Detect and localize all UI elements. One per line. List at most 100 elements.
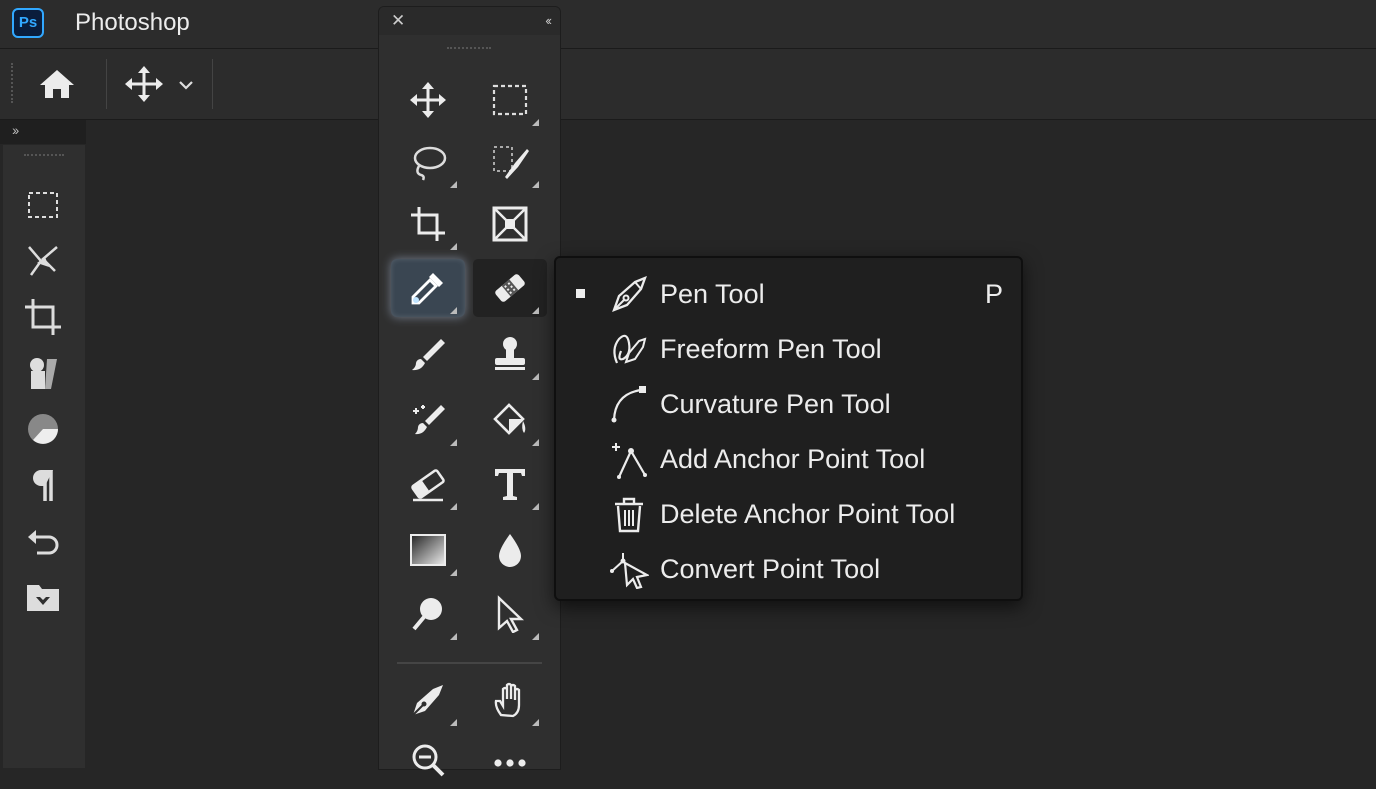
hand-tool[interactable] bbox=[473, 671, 547, 729]
tools-panel-header[interactable]: ✕ ‹‹ bbox=[379, 7, 560, 35]
submenu-indicator bbox=[450, 719, 457, 726]
more-tools[interactable] bbox=[473, 731, 547, 789]
curvature-pen-icon bbox=[611, 386, 646, 423]
marquee-icon bbox=[492, 84, 528, 116]
select-subject-icon[interactable] bbox=[23, 241, 63, 281]
menu-item-label: Delete Anchor Point Tool bbox=[660, 499, 956, 529]
ellipsis-icon bbox=[494, 759, 526, 767]
separator bbox=[212, 59, 213, 109]
eraser-icon bbox=[411, 469, 445, 502]
submenu-indicator bbox=[532, 307, 539, 314]
move-icon bbox=[410, 82, 446, 118]
submenu-indicator bbox=[532, 633, 539, 640]
separator bbox=[106, 59, 107, 109]
spot-healing-brush-tool[interactable] bbox=[473, 259, 547, 317]
gradient-tool[interactable] bbox=[391, 521, 465, 579]
menu-item-pen-tool[interactable]: Pen Tool P bbox=[556, 265, 1021, 320]
tools-panel-grip[interactable] bbox=[447, 47, 491, 53]
brush-tool[interactable] bbox=[391, 325, 465, 383]
submenu-indicator bbox=[532, 181, 539, 188]
submenu-indicator bbox=[450, 439, 457, 446]
double-chevron-right-icon[interactable]: ›› bbox=[12, 122, 19, 138]
paragraph-icon[interactable] bbox=[23, 465, 63, 505]
double-chevron-left-icon[interactable]: ‹‹ bbox=[545, 13, 552, 28]
paint-bucket-tool[interactable] bbox=[473, 391, 547, 449]
clone-stamp-tool[interactable] bbox=[473, 325, 547, 383]
lasso-tool[interactable] bbox=[391, 133, 465, 191]
options-bar-grip[interactable] bbox=[11, 63, 16, 103]
eraser-tool[interactable] bbox=[391, 455, 465, 513]
properties-icon[interactable] bbox=[23, 353, 63, 393]
move-tool-preset-button[interactable] bbox=[124, 65, 164, 103]
pen-icon bbox=[612, 275, 647, 312]
submenu-indicator bbox=[450, 243, 457, 250]
libraries-icon[interactable] bbox=[23, 577, 63, 617]
menu-item-label: Curvature Pen Tool bbox=[660, 389, 891, 419]
tools-divider bbox=[397, 662, 542, 664]
brush-icon bbox=[412, 339, 445, 371]
crop-icon bbox=[411, 207, 445, 241]
hand-icon bbox=[494, 682, 521, 718]
pen-icon bbox=[412, 685, 443, 716]
object-selection-icon bbox=[493, 146, 529, 179]
arrow-icon bbox=[497, 595, 524, 633]
dodge-tool[interactable] bbox=[391, 585, 465, 643]
title-bar: Ps Photoshop bbox=[0, 0, 1376, 49]
chevron-down-icon bbox=[179, 81, 193, 90]
eyedropper-icon bbox=[411, 273, 443, 305]
move-icon bbox=[125, 66, 163, 102]
rectangular-marquee-tool[interactable] bbox=[473, 71, 547, 129]
history-icon[interactable] bbox=[23, 521, 63, 561]
blur-tool[interactable] bbox=[473, 521, 547, 579]
path-selection-tool[interactable] bbox=[473, 585, 547, 643]
crop-icon[interactable] bbox=[23, 297, 63, 337]
pen-tool[interactable] bbox=[391, 671, 465, 729]
drop-icon bbox=[499, 534, 521, 567]
trash-icon bbox=[615, 497, 643, 533]
frame-tool[interactable] bbox=[473, 195, 547, 253]
home-icon bbox=[40, 70, 74, 98]
submenu-indicator bbox=[450, 569, 457, 576]
pen-tools-flyout-menu: Pen Tool P Freeform Pen Tool Curvature P… bbox=[554, 256, 1023, 601]
menu-item-label: Convert Point Tool bbox=[660, 554, 881, 584]
type-tool[interactable] bbox=[473, 455, 547, 513]
panel-collapse-bar[interactable]: ›› bbox=[0, 120, 86, 144]
close-icon[interactable]: ✕ bbox=[391, 11, 405, 31]
type-icon bbox=[495, 469, 525, 500]
submenu-indicator bbox=[532, 439, 539, 446]
frame-icon bbox=[492, 206, 528, 242]
menu-item-add-anchor-point-tool[interactable]: Add Anchor Point Tool bbox=[556, 430, 1021, 485]
object-selection-tool[interactable] bbox=[473, 133, 547, 191]
menu-item-delete-anchor-point-tool[interactable]: Delete Anchor Point Tool bbox=[556, 485, 1021, 540]
menu-item-convert-point-tool[interactable]: Convert Point Tool bbox=[556, 540, 1021, 595]
submenu-indicator bbox=[532, 373, 539, 380]
stamp-icon bbox=[495, 337, 525, 370]
add-anchor-point-icon bbox=[612, 443, 647, 479]
menu-item-freeform-pen-tool[interactable]: Freeform Pen Tool bbox=[556, 320, 1021, 375]
move-tool[interactable] bbox=[391, 71, 465, 129]
panel-grip[interactable] bbox=[24, 154, 64, 160]
submenu-indicator bbox=[532, 119, 539, 126]
home-button[interactable] bbox=[36, 65, 78, 103]
convert-point-icon bbox=[610, 553, 649, 589]
menu-item-curvature-pen-tool[interactable]: Curvature Pen Tool bbox=[556, 375, 1021, 430]
tools-panel: ✕ ‹‹ bbox=[378, 6, 561, 777]
submenu-indicator bbox=[450, 307, 457, 314]
eyedropper-tool[interactable] bbox=[391, 259, 465, 317]
healing-brush-icon bbox=[495, 274, 525, 302]
paint-bucket-icon bbox=[493, 403, 526, 435]
lasso-icon bbox=[413, 146, 447, 181]
marquee-icon[interactable] bbox=[23, 185, 63, 225]
freeform-pen-icon bbox=[613, 334, 647, 364]
submenu-indicator bbox=[450, 503, 457, 510]
color-wheel-icon[interactable] bbox=[23, 409, 63, 449]
zoom-tool[interactable] bbox=[391, 731, 465, 789]
submenu-indicator bbox=[450, 633, 457, 640]
crop-tool[interactable] bbox=[391, 195, 465, 253]
zoom-icon bbox=[412, 744, 445, 777]
history-brush-icon bbox=[413, 405, 445, 435]
tool-preset-dropdown[interactable] bbox=[176, 75, 196, 95]
options-bar bbox=[0, 49, 1376, 120]
selected-bullet bbox=[576, 289, 585, 298]
history-brush-tool[interactable] bbox=[391, 391, 465, 449]
